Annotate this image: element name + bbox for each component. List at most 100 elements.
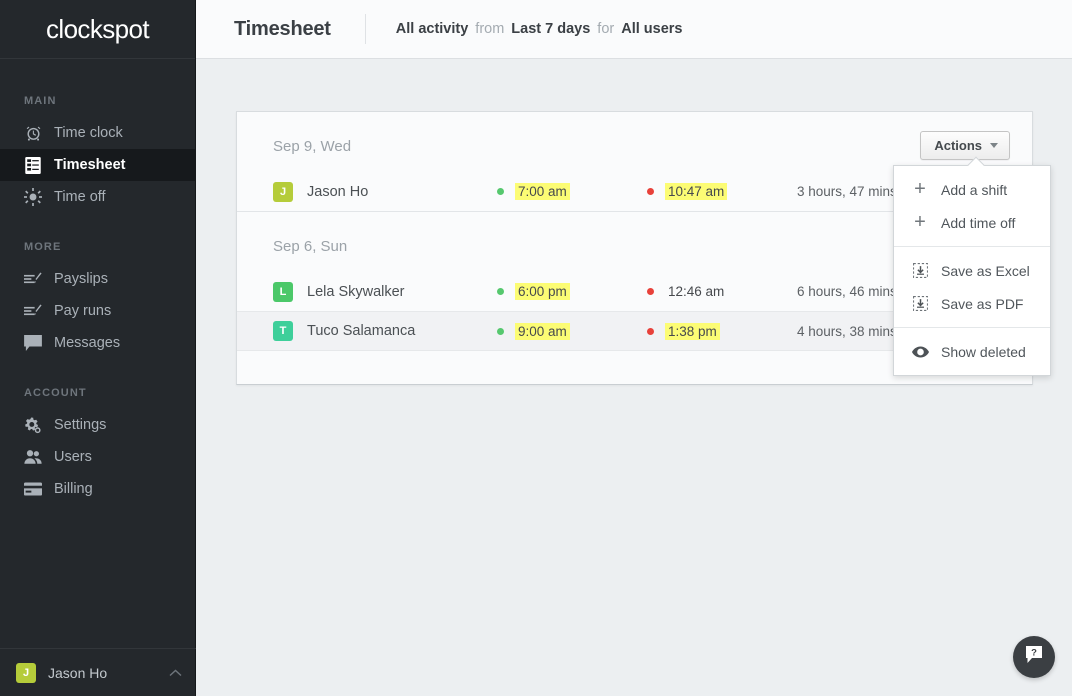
page-title: Timesheet xyxy=(234,17,331,40)
sidebar-item-label: Payslips xyxy=(54,271,108,287)
brand-logo[interactable]: clockspot xyxy=(0,0,195,59)
sidebar-section-label-account: ACCOUNT xyxy=(24,387,87,399)
download-icon xyxy=(911,262,929,280)
menu-item-save-as-excel[interactable]: Save as Excel xyxy=(894,254,1050,287)
sidebar-item-label: Billing xyxy=(54,481,93,497)
sidebar-user-menu[interactable]: J Jason Ho xyxy=(0,648,196,696)
main-area: Timesheet All activity from Last 7 days … xyxy=(196,0,1072,696)
clock-out-cell: 10:47 am xyxy=(647,183,797,200)
filter-from-label: from xyxy=(475,21,505,37)
actions-button[interactable]: Actions xyxy=(920,131,1010,160)
clock-in-time[interactable]: 7:00 am xyxy=(515,183,570,200)
sidebar-item-settings[interactable]: Settings xyxy=(0,409,195,441)
divider xyxy=(364,14,366,44)
actions-dropdown-menu: + Add a shift + Add time off Save as Exc… xyxy=(893,156,1051,376)
filter-users[interactable]: All users xyxy=(621,21,682,37)
sidebar-item-pay-runs[interactable]: Pay runs xyxy=(0,295,195,327)
menu-item-add-time-off[interactable]: + Add time off xyxy=(894,206,1050,239)
clock-in-dot-icon xyxy=(497,327,504,335)
plus-icon: + xyxy=(914,210,926,233)
menu-item-label: Show deleted xyxy=(941,343,1026,360)
menu-group: + Add a shift + Add time off xyxy=(894,166,1050,246)
chevron-down-icon xyxy=(990,143,998,148)
menu-group: Show deleted xyxy=(894,327,1050,375)
clock-out-time[interactable]: 10:47 am xyxy=(665,183,728,200)
sidebar-item-messages[interactable]: Messages xyxy=(0,327,195,359)
avatar: T xyxy=(273,321,293,341)
day-date-label: Sep 6, Sun xyxy=(273,238,348,255)
filter-activity[interactable]: All activity xyxy=(396,21,469,37)
plus-icon: + xyxy=(914,177,926,200)
clock-out-dot-icon xyxy=(647,327,654,335)
clock-out-dot-icon xyxy=(647,188,654,195)
clock-out-cell: 1:38 pm xyxy=(647,322,797,340)
sidebar-section-label-main: MAIN xyxy=(24,95,57,107)
sidebar-item-time-clock[interactable]: Time clock xyxy=(0,117,195,149)
row-duration: 3 hours, 47 mins xyxy=(797,184,897,199)
menu-item-add-a-shift[interactable]: + Add a shift xyxy=(894,173,1050,206)
sidebar-item-label: Settings xyxy=(54,417,107,433)
payrun-icon xyxy=(24,302,42,320)
day-date-label: Sep 9, Wed xyxy=(273,138,352,155)
sidebar-user-name: Jason Ho xyxy=(48,664,108,681)
topbar: Timesheet All activity from Last 7 days … xyxy=(196,0,1072,59)
sidebar-item-label: Timesheet xyxy=(54,157,126,173)
clock-in-cell: 6:00 pm xyxy=(497,283,647,300)
menu-item-label: Save as PDF xyxy=(941,295,1024,312)
sidebar-item-label: Messages xyxy=(54,335,121,351)
sun-icon xyxy=(24,188,42,206)
clock-out-time[interactable]: 1:38 pm xyxy=(665,322,720,340)
sidebar-item-timesheet[interactable]: Timesheet xyxy=(0,149,195,181)
row-person-name: Tuco Salamanca xyxy=(307,323,416,339)
help-chat-icon: ? xyxy=(1024,645,1044,670)
actions-wrap: Actions xyxy=(920,131,1010,160)
sidebar-item-users[interactable]: Users xyxy=(0,441,195,473)
menu-item-label: Add a shift xyxy=(941,181,1008,198)
row-person-name: Lela Skywalker xyxy=(307,283,405,300)
sidebar-item-label: Users xyxy=(54,449,92,465)
sidebar-section-label-more: MORE xyxy=(24,241,62,253)
menu-item-label: Save as Excel xyxy=(941,262,1030,279)
menu-item-show-deleted[interactable]: Show deleted xyxy=(894,335,1050,368)
app-root: clockspot MAIN Time clock Timesheet Time… xyxy=(0,0,1072,696)
filter-date-range[interactable]: Last 7 days xyxy=(511,21,590,37)
actions-button-label: Actions xyxy=(934,138,982,153)
sidebar-item-payslips[interactable]: Payslips xyxy=(0,263,195,295)
timesheet-icon xyxy=(24,156,42,174)
clock-out-time[interactable]: 12:46 am xyxy=(665,283,727,300)
help-button[interactable]: ? xyxy=(1013,636,1055,678)
payslip-icon xyxy=(24,270,42,288)
row-duration: 4 hours, 38 mins xyxy=(797,323,897,339)
clock-out-cell: 12:46 am xyxy=(647,283,797,300)
clock-in-cell: 9:00 am xyxy=(497,322,647,340)
brand-name: clockspot xyxy=(46,13,150,44)
menu-item-label: Add time off xyxy=(941,214,1016,231)
clock-in-time[interactable]: 9:00 am xyxy=(515,322,570,340)
sidebar-item-label: Time off xyxy=(54,189,106,205)
sidebar-item-billing[interactable]: Billing xyxy=(0,473,195,505)
sidebar-item-label: Time clock xyxy=(54,125,123,141)
chevron-up-icon[interactable] xyxy=(169,665,182,680)
clock-in-time[interactable]: 6:00 pm xyxy=(515,283,570,300)
menu-group: Save as Excel Save as PDF xyxy=(894,246,1050,327)
content-area: Sep 9, Wed Actions J Jason Ho 7:00 am 10… xyxy=(196,59,1072,385)
sidebar-item-label: Pay runs xyxy=(54,303,112,319)
clock-out-dot-icon xyxy=(647,288,654,295)
filter-bar: All activity from Last 7 days for All us… xyxy=(396,21,683,37)
avatar: L xyxy=(273,281,293,302)
download-icon xyxy=(911,295,929,313)
svg-text:?: ? xyxy=(1031,647,1037,658)
avatar: J xyxy=(16,662,36,683)
clock-icon xyxy=(24,124,42,142)
users-icon xyxy=(24,448,42,466)
day-header: Sep 9, Wed Actions xyxy=(237,112,1032,171)
sidebar-nav: MAIN Time clock Timesheet Time off MORE … xyxy=(0,59,195,505)
clock-in-dot-icon xyxy=(497,188,504,195)
sidebar: clockspot MAIN Time clock Timesheet Time… xyxy=(0,0,196,696)
row-person-name: Jason Ho xyxy=(307,183,369,200)
clock-in-cell: 7:00 am xyxy=(497,183,647,200)
menu-item-save-as-pdf[interactable]: Save as PDF xyxy=(894,287,1050,320)
sidebar-item-time-off[interactable]: Time off xyxy=(0,181,195,213)
